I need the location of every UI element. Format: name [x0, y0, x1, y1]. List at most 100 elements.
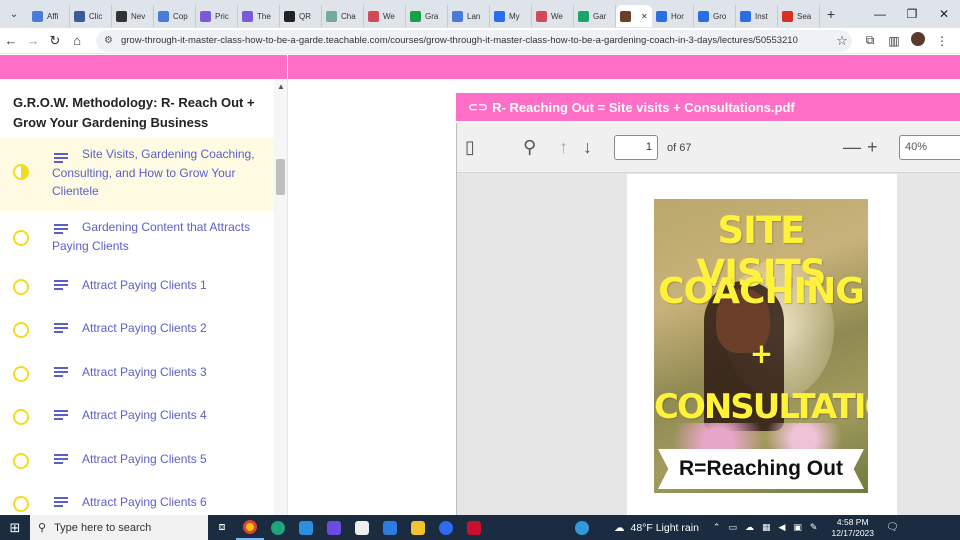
teachable-icon [698, 10, 709, 22]
zoom-icon[interactable] [432, 515, 460, 540]
docs-icon [452, 10, 463, 22]
incomplete-circle-icon [13, 230, 29, 246]
lecture-item[interactable]: Attract Paying Clients 2 [0, 309, 274, 353]
page-count: of 67 [667, 142, 692, 154]
tab-search-chevron-icon[interactable]: ⌄ [0, 0, 28, 28]
browser-tab[interactable]: We [364, 5, 406, 27]
search-icon[interactable]: ⚲ [523, 137, 536, 158]
help-icon[interactable] [568, 515, 596, 540]
reload-icon[interactable]: ↻ [44, 33, 66, 49]
url-text: grow-through-it-master-class-how-to-be-a… [120, 35, 798, 46]
vscode-icon[interactable] [292, 515, 320, 540]
windows-start-icon[interactable]: ⊞ [0, 520, 30, 536]
zoom-level-select[interactable]: 40% [899, 135, 960, 160]
pen-icon[interactable]: ✎ [810, 522, 818, 533]
lecture-item[interactable]: Attract Paying Clients 4 [0, 396, 274, 440]
browser-tab[interactable]: The [238, 5, 280, 27]
edge-icon[interactable] [264, 515, 292, 540]
browser-tab[interactable]: Gro [694, 5, 736, 27]
home-icon[interactable]: ⌂ [66, 33, 88, 48]
attachment-title: R- Reaching Out = Site visits + Consulta… [492, 99, 795, 115]
tab-label: QR [299, 11, 311, 21]
browser-tab[interactable]: Gra [406, 5, 448, 27]
page-number-input[interactable]: 1 [614, 135, 658, 160]
browser-tab[interactable]: Cha [322, 5, 364, 27]
back-arrow-icon[interactable]: ← [0, 33, 22, 48]
chevron-up-icon[interactable]: ⌃ [713, 522, 721, 533]
scrollbar-thumb[interactable] [276, 159, 285, 195]
sidebar-scrollbar[interactable]: ▲ [274, 79, 287, 515]
zoom-out-icon[interactable]: — [843, 137, 861, 158]
browser-tab[interactable]: Affi [28, 5, 70, 27]
attachment-header[interactable]: ⊂⊃ R- Reaching Out = Site visits + Consu… [456, 93, 960, 121]
browser-tab[interactable]: Cop [154, 5, 196, 27]
display-icon[interactable]: ▭ [728, 522, 737, 533]
close-tab-icon[interactable]: ✕ [641, 12, 648, 21]
close-window-icon[interactable]: ✕ [928, 7, 960, 21]
cover-ribbon: R=Reaching Out [658, 449, 864, 489]
task-view-icon[interactable]: ⧈ [208, 515, 236, 540]
mail-icon[interactable] [376, 515, 404, 540]
profile-avatar[interactable] [908, 32, 928, 49]
browser-tab[interactable]: Sea [778, 5, 820, 27]
mcafee-tray-icon[interactable]: ▣ [793, 522, 802, 533]
zoom-in-icon[interactable]: + [867, 137, 878, 158]
browser-tab[interactable]: We [532, 5, 574, 27]
copilot-icon[interactable] [320, 515, 348, 540]
browser-tab[interactable]: Lan [448, 5, 490, 27]
lecture-item[interactable]: Attract Paying Clients 6 [0, 483, 274, 515]
globe-icon [368, 10, 379, 22]
notifications-icon[interactable]: 🗨 [886, 522, 899, 533]
mcafee-icon[interactable] [460, 515, 488, 540]
browser-tab[interactable]: My [490, 5, 532, 27]
minimize-icon[interactable]: — [864, 7, 896, 21]
teachable-icon [578, 10, 589, 22]
lecture-item[interactable]: Attract Paying Clients 5 [0, 440, 274, 483]
browser-tab[interactable]: Inst [736, 5, 778, 27]
new-tab-button[interactable]: + [820, 6, 842, 22]
sidebar-toggle-icon[interactable]: ▯ [465, 137, 475, 158]
site-settings-icon[interactable]: ⚙ [104, 35, 113, 46]
incomplete-circle-icon [13, 322, 29, 338]
extensions-icon[interactable]: ⧉ [860, 33, 880, 48]
lecture-title: Attract Paying Clients 2 [82, 321, 207, 335]
course-top-bar [0, 55, 960, 79]
tab-label: We [383, 11, 395, 21]
browser-tab-strip: ⌄ Affi Clic Nev Cop Pric The QR Cha We Gra Lan My We… [0, 0, 960, 28]
taskbar-search-placeholder: Type here to search [54, 521, 152, 534]
lecture-item[interactable]: Attract Paying Clients 1 [0, 266, 274, 309]
lecture-title: Site Visits, Gardening Coaching, Consult… [52, 147, 255, 198]
lecture-item[interactable]: Site Visits, Gardening Coaching, Consult… [0, 138, 274, 211]
screen-icon [74, 10, 85, 22]
browser-tab[interactable]: Clic [70, 5, 112, 27]
maximize-icon[interactable]: ❐ [896, 7, 928, 21]
taskbar-search[interactable]: ⚲ Type here to search [30, 515, 208, 540]
browser-tab[interactable]: Nev [112, 5, 154, 27]
address-bar[interactable]: ⚙ grow-through-it-master-class-how-to-be… [96, 29, 852, 52]
browser-tab[interactable]: Gar [574, 5, 616, 27]
taskbar-clock[interactable]: 4:58 PM 12/17/2023 [831, 517, 874, 539]
browser-tab[interactable]: Pric [196, 5, 238, 27]
menu-kebab-icon[interactable]: ⋮ [932, 34, 952, 48]
lecture-item[interactable]: Gardening Content that Attracts Paying C… [0, 211, 274, 266]
side-panel-icon[interactable]: ▥ [884, 34, 904, 48]
store-icon[interactable] [348, 515, 376, 540]
chrome-icon[interactable] [236, 515, 264, 540]
bookmark-star-icon[interactable]: ☆ [832, 33, 852, 49]
browser-tab[interactable]: Hor [652, 5, 694, 27]
browser-tab[interactable]: ✕ [616, 5, 652, 27]
next-page-arrow-icon[interactable]: ↓ [583, 137, 592, 158]
browser-tab[interactable]: QR [280, 5, 322, 27]
weather-widget[interactable]: ☁ 48°F Light rain [614, 522, 699, 534]
file-explorer-icon[interactable] [404, 515, 432, 540]
lecture-item[interactable]: Attract Paying Clients 3 [0, 353, 274, 396]
lecture-title: Attract Paying Clients 5 [82, 452, 207, 466]
volume-icon[interactable]: ◀ [778, 522, 785, 533]
teachable-icon [740, 10, 751, 22]
forward-arrow-icon[interactable]: → [22, 33, 44, 48]
cover-plus: + [749, 337, 773, 370]
previous-page-arrow-icon[interactable]: ↑ [559, 137, 568, 158]
onedrive-icon[interactable]: ☁ [745, 522, 754, 533]
scroll-up-arrow-icon[interactable]: ▲ [277, 82, 285, 91]
network-icon[interactable]: ▦ [762, 522, 771, 533]
